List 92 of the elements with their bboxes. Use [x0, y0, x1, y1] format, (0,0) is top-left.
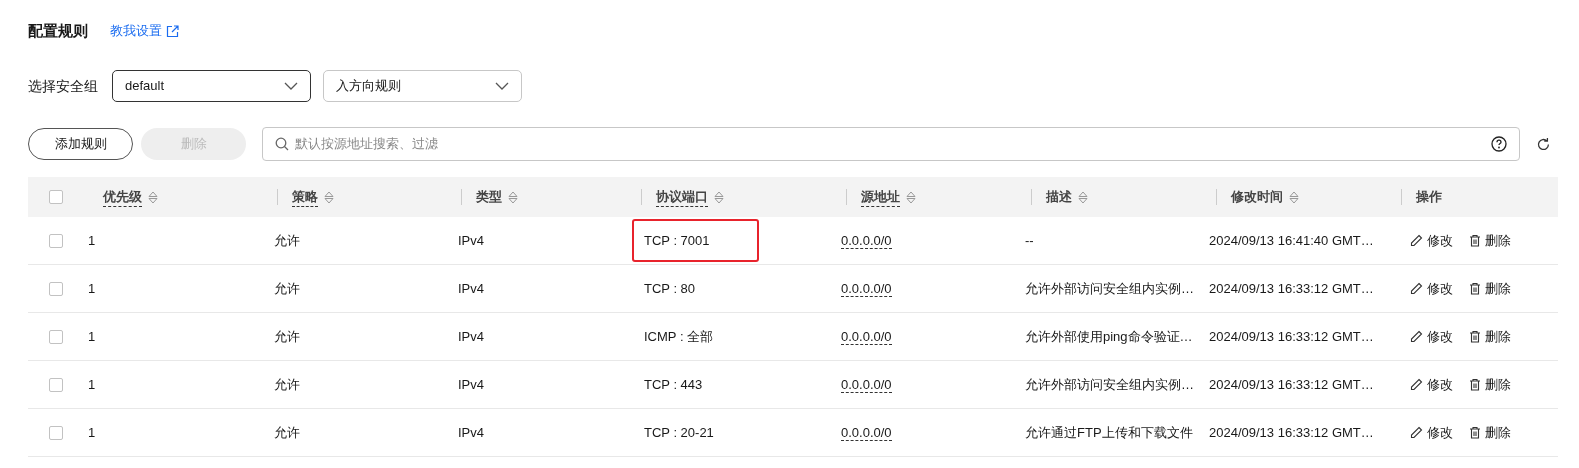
column-header: 策略	[292, 186, 318, 208]
add-rule-button[interactable]: 添加规则	[28, 128, 134, 160]
sort-icon[interactable]	[1289, 190, 1299, 204]
table-cell: 2024/09/13 16:33:12 GMT…	[1209, 328, 1374, 344]
address-link[interactable]: 0.0.0.0/0	[841, 424, 892, 441]
table-cell-text: TCP : 443	[643, 375, 704, 394]
table-cell: 2024/09/13 16:41:40 GMT…	[1209, 232, 1374, 248]
column-header: 描述	[1046, 188, 1072, 207]
dropdown-value: default	[125, 77, 165, 96]
table-cell: 允许外部使用ping命令验证…	[1025, 328, 1193, 344]
address-link[interactable]: 0.0.0.0/0	[841, 232, 892, 249]
edit-link[interactable]: 修改	[1410, 230, 1453, 251]
edit-link[interactable]: 修改	[1410, 326, 1453, 347]
table-cell: IPv4	[458, 328, 484, 344]
table-cell: 1	[88, 328, 96, 344]
table-cell: 允许	[274, 376, 300, 392]
address-link[interactable]: 0.0.0.0/0	[841, 280, 892, 297]
table-cell: TCP : 7001	[632, 219, 759, 262]
column-header: 修改时间	[1231, 188, 1283, 207]
checkbox[interactable]	[49, 233, 63, 248]
dropdown[interactable]: default	[112, 70, 311, 102]
search-icon	[275, 137, 290, 151]
table-cell: IPv4	[458, 376, 484, 392]
trash-icon	[1469, 330, 1481, 343]
table-cell: IPv4	[458, 280, 484, 296]
table-cell: IPv4	[458, 424, 484, 440]
refresh-icon[interactable]	[1536, 136, 1551, 152]
external-link-icon	[166, 24, 179, 38]
trash-icon	[1469, 234, 1481, 247]
column-header: 优先级	[103, 186, 142, 208]
trash-icon	[1469, 282, 1481, 295]
table-cell: 允许外部访问安全组内实例…	[1025, 280, 1194, 296]
sort-icon[interactable]	[148, 190, 158, 204]
table-cell: 允许	[274, 424, 300, 440]
table-cell: 允许	[274, 280, 300, 296]
edit-link[interactable]: 修改	[1410, 278, 1453, 299]
field-label: 选择安全组	[28, 76, 98, 96]
table-cell-text: ICMP : 全部	[643, 327, 715, 346]
sort-icon[interactable]	[508, 190, 518, 204]
search-input[interactable]: 默认按源地址搜索、过滤	[295, 134, 1492, 154]
sort-icon[interactable]	[906, 190, 916, 204]
address-link[interactable]: 0.0.0.0/0	[841, 328, 892, 345]
delete-link[interactable]: 删除	[1469, 374, 1511, 395]
dropdown[interactable]: 入方向规则	[323, 70, 522, 102]
checkbox[interactable]	[49, 329, 63, 344]
trash-icon	[1469, 426, 1481, 439]
table-cell: 允许	[274, 328, 300, 344]
table-cell: 允许通过FTP上传和下载文件	[1025, 424, 1193, 440]
sort-icon[interactable]	[324, 190, 334, 204]
help-link[interactable]: 教我设置	[110, 21, 179, 41]
table-cell: 允许	[274, 232, 300, 248]
pencil-icon	[1410, 426, 1423, 439]
checkbox[interactable]	[49, 281, 63, 296]
section-title: 配置规则	[28, 20, 88, 41]
column-header: 操作	[1416, 188, 1442, 207]
delete-link[interactable]: 删除	[1469, 422, 1511, 443]
pencil-icon	[1410, 234, 1423, 247]
delete-link[interactable]: 删除	[1469, 278, 1511, 299]
table-cell: 允许外部访问安全组内实例…	[1025, 376, 1194, 392]
table-cell-text: TCP : 80	[643, 279, 697, 298]
column-header: 源地址	[861, 186, 900, 208]
sort-icon[interactable]	[1078, 190, 1088, 204]
search-field[interactable]: 默认按源地址搜索、过滤	[262, 127, 1521, 161]
edit-link[interactable]: 修改	[1410, 374, 1453, 395]
table-cell-text: TCP : 20-21	[643, 423, 715, 442]
help-icon[interactable]	[1491, 136, 1508, 152]
pencil-icon	[1410, 378, 1423, 391]
delete-link[interactable]: 删除	[1469, 230, 1511, 251]
dropdown-value: 入方向规则	[336, 77, 401, 96]
table-cell: 1	[88, 376, 96, 392]
checkbox[interactable]	[49, 377, 63, 392]
chevron-down-icon	[284, 82, 298, 90]
table-cell: 2024/09/13 16:33:12 GMT…	[1209, 280, 1374, 296]
address-link[interactable]: 0.0.0.0/0	[841, 376, 892, 393]
table-cell: 1	[88, 232, 96, 248]
checkbox[interactable]	[49, 425, 63, 440]
pencil-icon	[1410, 330, 1423, 343]
column-header: 协议端口	[656, 186, 708, 208]
column-header: 类型	[476, 188, 502, 207]
table-cell: 2024/09/13 16:33:12 GMT…	[1209, 376, 1374, 392]
table-cell: 1	[88, 424, 96, 440]
edit-link[interactable]: 修改	[1410, 422, 1453, 443]
checkbox[interactable]	[49, 190, 63, 204]
table-cell: IPv4	[458, 232, 484, 248]
pencil-icon	[1410, 282, 1423, 295]
table-cell: 2024/09/13 16:33:12 GMT…	[1209, 424, 1374, 440]
delete-link[interactable]: 删除	[1469, 326, 1511, 347]
table-cell: 1	[88, 280, 96, 296]
trash-icon	[1469, 378, 1481, 391]
table-cell: --	[1025, 232, 1034, 248]
sort-icon[interactable]	[714, 190, 724, 204]
chevron-down-icon	[495, 82, 509, 90]
